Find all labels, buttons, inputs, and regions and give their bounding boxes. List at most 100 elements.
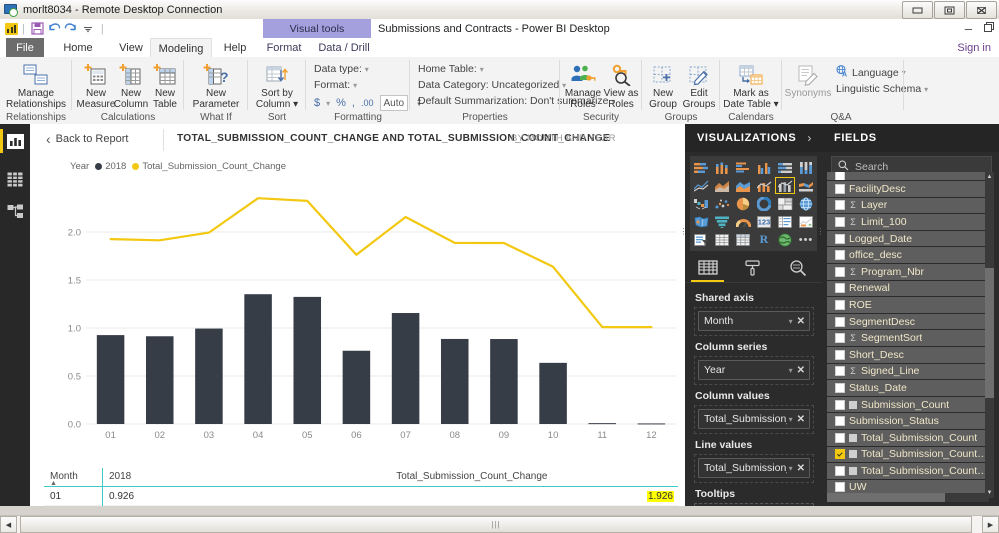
undo-icon[interactable] <box>46 20 63 37</box>
well-chevron-down-icon-3[interactable]: ▾ <box>789 464 793 473</box>
field-checkbox[interactable] <box>835 200 845 211</box>
manage-relationships-button[interactable]: Manage Relationships <box>4 60 68 110</box>
field-checkbox[interactable] <box>835 482 845 493</box>
ribbon-tab-view[interactable]: View <box>110 38 152 57</box>
currency-format-button[interactable]: $ <box>314 97 320 109</box>
fields-hscrollbar-thumb[interactable] <box>827 493 945 502</box>
multi-row-card-icon[interactable] <box>775 213 795 230</box>
percent-format-button[interactable]: % <box>336 97 346 109</box>
ribbon-tab-help[interactable]: Help <box>215 38 255 57</box>
table-row[interactable]: 01 0.926 1.926 <box>44 486 678 505</box>
rdp-restore-button[interactable] <box>934 1 965 19</box>
ribbon-tab-modeling[interactable]: Modeling <box>150 38 212 58</box>
field-checkbox[interactable] <box>835 416 845 427</box>
clustered-bar-chart-icon[interactable] <box>733 159 753 176</box>
field-checkbox[interactable] <box>835 349 845 360</box>
list-item[interactable]: Σ Layer <box>827 197 989 214</box>
home-table-dropdown[interactable]: Home Table: ▾ <box>418 63 484 75</box>
column-header-change[interactable]: Total_Submission_Count_Change <box>390 468 678 487</box>
map-icon[interactable] <box>796 195 816 212</box>
hscroll-track[interactable]: ||| <box>17 516 982 533</box>
clustered-column-chart-icon[interactable] <box>754 159 774 176</box>
more-visuals-icon[interactable]: ••• <box>796 231 816 248</box>
funnel-chart-icon[interactable] <box>712 213 732 230</box>
field-checkbox[interactable] <box>835 465 845 476</box>
list-item[interactable]: Total_Submission_Count_LY <box>827 463 989 479</box>
legend-item-change[interactable]: Total_Submission_Count_Change <box>132 161 286 172</box>
table-icon[interactable] <box>712 231 732 248</box>
field-checkbox[interactable] <box>835 250 845 261</box>
well-chevron-down-icon-0[interactable]: ▾ <box>789 317 793 326</box>
list-item[interactable]: Short_Desc <box>827 346 989 363</box>
back-to-report-button[interactable]: ‹ Back to Report <box>46 132 128 146</box>
well-remove-icon-0[interactable]: ✕ <box>797 316 805 327</box>
pbi-restore-button[interactable] <box>984 21 995 36</box>
well-dropzone-1[interactable]: Year ▾ ✕ <box>694 356 814 385</box>
well-chevron-down-icon-2[interactable]: ▾ <box>789 415 793 424</box>
fields-scrollbar-thumb[interactable] <box>985 268 994 398</box>
filled-map-icon[interactable] <box>691 213 711 230</box>
ribbon-tab-format[interactable]: Format <box>260 38 308 57</box>
rdp-minimize-button[interactable] <box>902 1 933 19</box>
data-type-dropdown[interactable]: Data type: ▾ <box>314 63 369 75</box>
field-checkbox[interactable] <box>835 316 845 327</box>
field-checkbox[interactable] <box>835 283 845 294</box>
well-dropzone-0[interactable]: Month ▾ ✕ <box>694 307 814 336</box>
list-item[interactable]: Logged_Date <box>827 230 989 247</box>
new-table-button[interactable]: New Table <box>147 60 183 110</box>
treemap-icon[interactable] <box>775 195 795 212</box>
format-tab[interactable] <box>730 256 775 282</box>
stacked-column-chart-icon[interactable] <box>712 159 732 176</box>
data-table[interactable]: Month ▲ 2018 Total_Submission_Count_Chan… <box>44 468 685 506</box>
pbi-minimize-button[interactable]: – <box>965 22 972 35</box>
well-field-chip-0[interactable]: Month ▾ ✕ <box>698 311 810 331</box>
fields-vertical-scrollbar[interactable]: ▲ ▼ <box>985 172 994 498</box>
list-item[interactable]: Σ SegmentSort <box>827 330 989 346</box>
list-item[interactable]: Total_Submission_Count <box>827 429 989 446</box>
donut-chart-icon[interactable] <box>754 195 774 212</box>
stacked-bar-chart-icon[interactable] <box>691 159 711 176</box>
new-column-button[interactable]: New Column <box>111 60 151 110</box>
thousands-separator-button[interactable]: , <box>352 97 355 109</box>
field-checkbox[interactable] <box>835 266 845 277</box>
well-field-chip-1[interactable]: Year ▾ ✕ <box>698 360 810 380</box>
decimal-places-select[interactable]: Auto <box>379 95 409 111</box>
well-remove-icon-3[interactable]: ✕ <box>797 463 805 474</box>
currency-chevron-down-icon[interactable]: ▾ <box>326 99 330 108</box>
sidebar-item-report-view[interactable] <box>0 126 30 156</box>
pie-chart-icon[interactable] <box>733 195 753 212</box>
ribbon-chart-icon[interactable] <box>796 177 816 194</box>
analytics-tab[interactable] <box>775 256 820 282</box>
list-item[interactable]: Renewal <box>827 280 989 297</box>
field-checkbox[interactable] <box>835 449 845 460</box>
well-chevron-down-icon-1[interactable]: ▾ <box>789 366 793 375</box>
list-item[interactable]: Submission_Count <box>827 396 989 413</box>
ribbon-tab-home[interactable]: Home <box>55 38 101 57</box>
customize-quick-access-chevron-down-icon[interactable] <box>80 20 97 37</box>
sort-by-column-button[interactable]: Sort by Column ▾ <box>251 60 303 110</box>
synonyms-button[interactable]: Synonyms <box>784 60 832 99</box>
field-checkbox[interactable] <box>835 366 845 377</box>
data-category-dropdown[interactable]: Data Category: Uncategorized ▾ <box>418 79 566 91</box>
matrix-icon[interactable] <box>733 231 753 248</box>
sidebar-item-data-view[interactable] <box>0 164 30 194</box>
view-as-roles-button[interactable]: View as Roles <box>600 60 642 110</box>
edit-groups-button[interactable]: Edit Groups <box>680 60 718 110</box>
line-and-stacked-column-chart-icon[interactable] <box>754 177 774 194</box>
100-stacked-bar-chart-icon[interactable] <box>775 159 795 176</box>
well-dropzone-3[interactable]: Total_Submission_Count▾ ✕ <box>694 454 814 483</box>
field-checkbox[interactable] <box>835 172 845 180</box>
list-item[interactable]: office_desc <box>827 247 989 263</box>
column-header-2018[interactable]: 2018 <box>102 468 391 487</box>
linguistic-schema-dropdown[interactable]: Linguistic Schema ▾ <box>836 83 928 95</box>
list-item[interactable]: Submission_Status <box>827 413 989 429</box>
field-checkbox[interactable] <box>835 183 845 194</box>
rdp-close-button[interactable] <box>966 1 997 19</box>
list-item[interactable]: Status_Date <box>827 380 989 396</box>
stacked-area-chart-icon[interactable] <box>733 177 753 194</box>
kpi-icon[interactable] <box>796 213 816 230</box>
line-chart-icon[interactable] <box>691 177 711 194</box>
new-group-button[interactable]: New Group <box>644 60 682 110</box>
waterfall-chart-icon[interactable] <box>691 195 711 212</box>
list-item[interactable]: ROE <box>827 297 989 313</box>
